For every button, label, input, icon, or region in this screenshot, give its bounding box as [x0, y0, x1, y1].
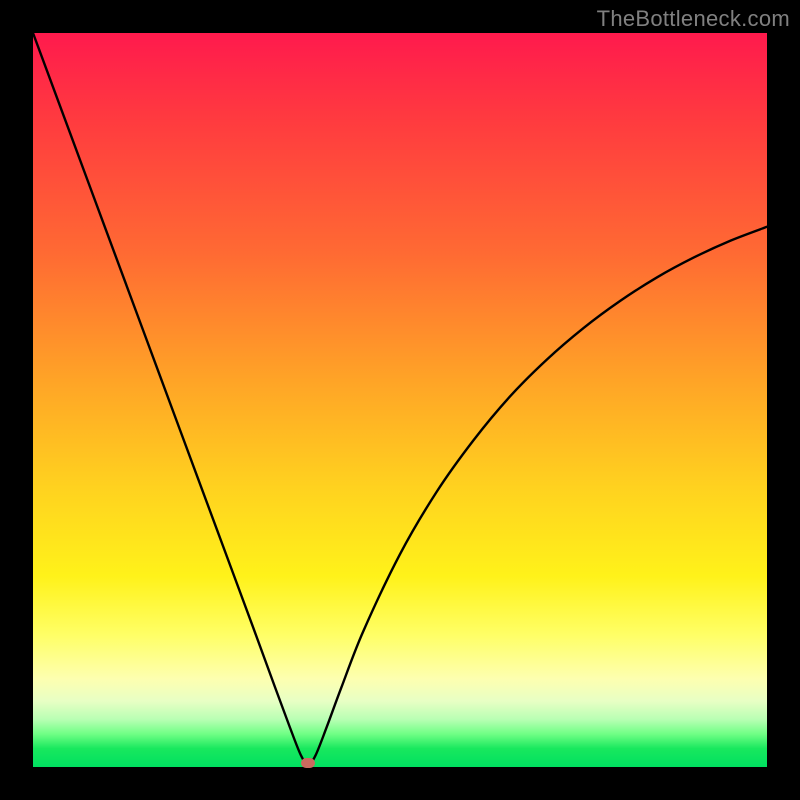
bottleneck-curve [33, 33, 767, 767]
optimum-marker [301, 758, 315, 768]
plot-area [33, 33, 767, 767]
watermark-text: TheBottleneck.com [597, 6, 790, 32]
chart-frame: TheBottleneck.com [0, 0, 800, 800]
